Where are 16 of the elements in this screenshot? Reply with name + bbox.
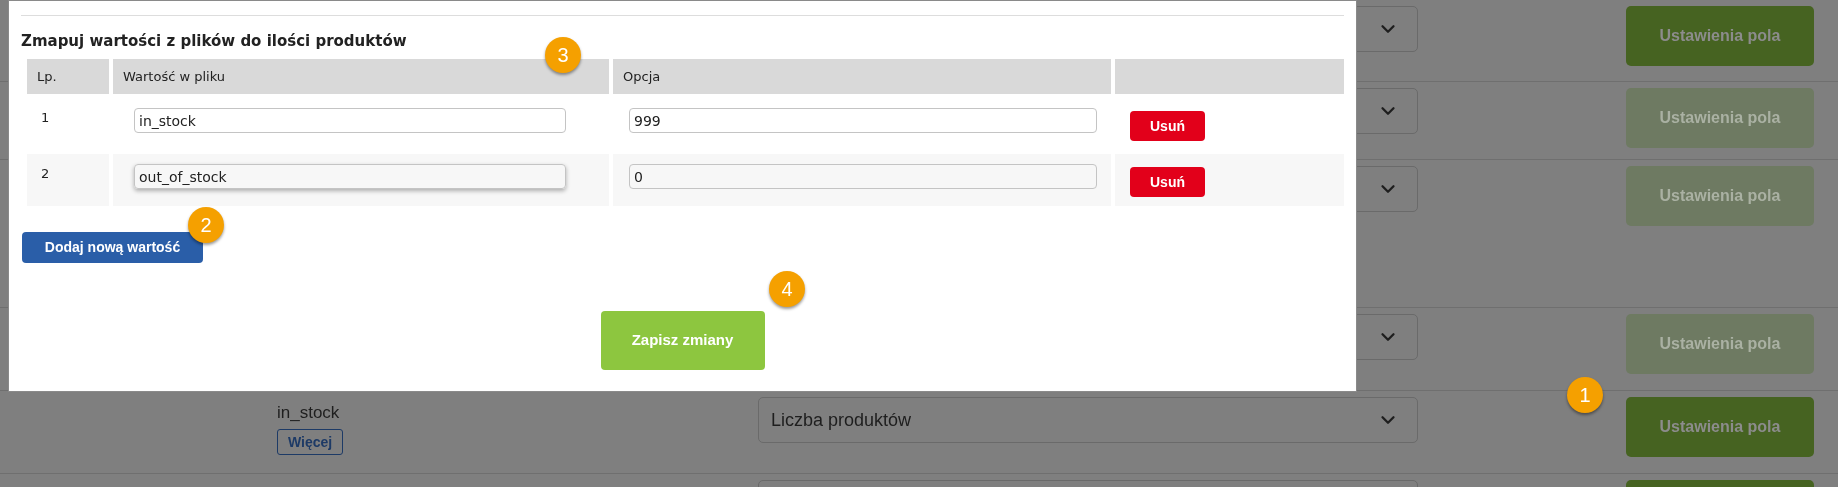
select-field[interactable]: Liczba produktów [758,397,1418,443]
row-number: 2 [41,166,50,181]
value-input[interactable]: in_stock [134,108,566,133]
step-badge: 1 [1567,377,1603,413]
delete-button[interactable]: Usuń [1130,167,1205,197]
option-input[interactable]: 0 [629,164,1097,189]
more-button[interactable]: Więcej [277,429,344,455]
column-header: Lp. [27,59,109,94]
value-input[interactable]: out_of_stock [134,164,566,189]
option-input[interactable]: 999 [629,108,1097,133]
delete-button[interactable]: Usuń [1130,111,1205,141]
add-value-button[interactable]: Dodaj nową wartość [22,232,203,263]
dialog-heading: Zmapuj wartości z plików do ilości produktów [21,32,407,50]
field-name: in_stock [277,403,340,423]
row-number: 1 [41,110,50,125]
column-header: Opcja [613,59,1111,94]
